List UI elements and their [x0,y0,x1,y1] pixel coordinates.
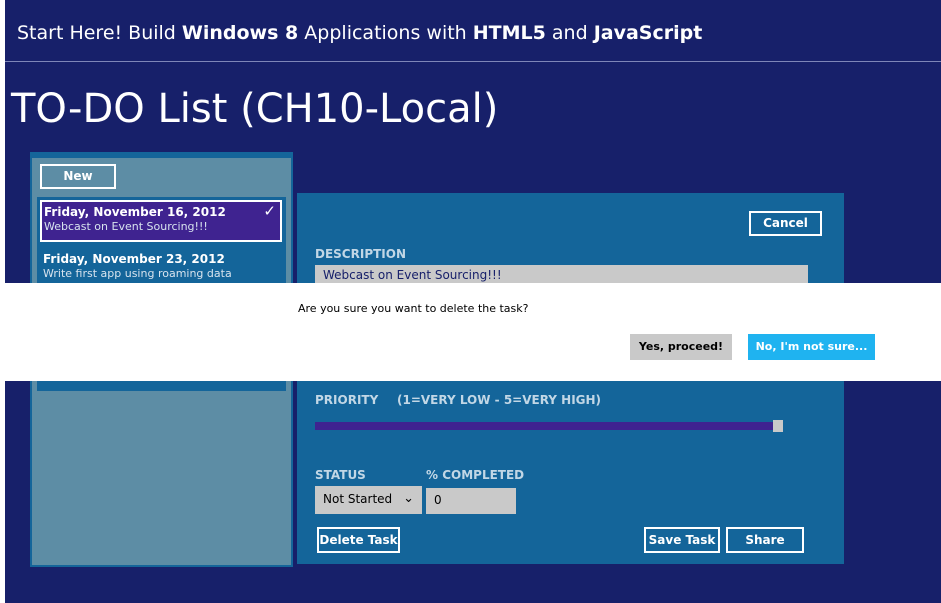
save-task-button[interactable]: Save Task [644,527,720,553]
confirm-yes-button[interactable]: Yes, proceed! [630,334,732,360]
banner-middle: Applications with [298,22,473,44]
checkmark-icon: ✓ [263,202,276,220]
priority-hint: (1=VERY LOW - 5=VERY HIGH) [397,393,602,407]
task-date: Friday, November 16, 2012 [44,205,226,219]
task-name: Write first app using roaming data [43,267,232,280]
description-label: DESCRIPTION [315,247,407,261]
priority-label: PRIORITY [315,393,379,407]
priority-slider-track[interactable] [315,422,783,430]
status-value: Not Started [323,492,393,506]
new-task-button[interactable]: New [40,164,116,189]
page-title: TO-DO List (CH10-Local) [11,86,499,132]
status-select[interactable]: Not Started ⌄ [315,486,422,514]
priority-slider-thumb[interactable] [773,420,783,432]
percent-completed-label: % COMPLETED [426,468,525,482]
task-name: Webcast on Event Sourcing!!! [44,220,208,233]
confirm-delete-dialog: Are you sure you want to delete the task… [0,283,941,381]
task-date: Friday, November 23, 2012 [43,252,225,266]
banner-and: and [545,22,594,44]
banner-prefix: Start Here! Build [17,22,182,44]
delete-task-button[interactable]: Delete Task [317,527,400,553]
task-list-item-selected[interactable]: Friday, November 16, 2012 Webcast on Eve… [40,200,282,242]
share-button[interactable]: Share [726,527,804,553]
banner-javascript: JavaScript [593,22,703,44]
confirm-no-button[interactable]: No, I'm not sure... [748,334,875,360]
banner-html5: HTML5 [472,22,546,44]
chevron-down-icon: ⌄ [403,491,414,506]
book-banner: Start Here! Build Windows 8 Applications… [17,22,702,44]
status-label: STATUS [315,468,366,482]
percent-completed-input[interactable]: 0 [426,488,516,514]
banner-windows8: Windows 8 [181,22,299,44]
banner-divider [5,61,941,62]
cancel-button[interactable]: Cancel [749,211,822,236]
dialog-message: Are you sure you want to delete the task… [298,302,529,315]
